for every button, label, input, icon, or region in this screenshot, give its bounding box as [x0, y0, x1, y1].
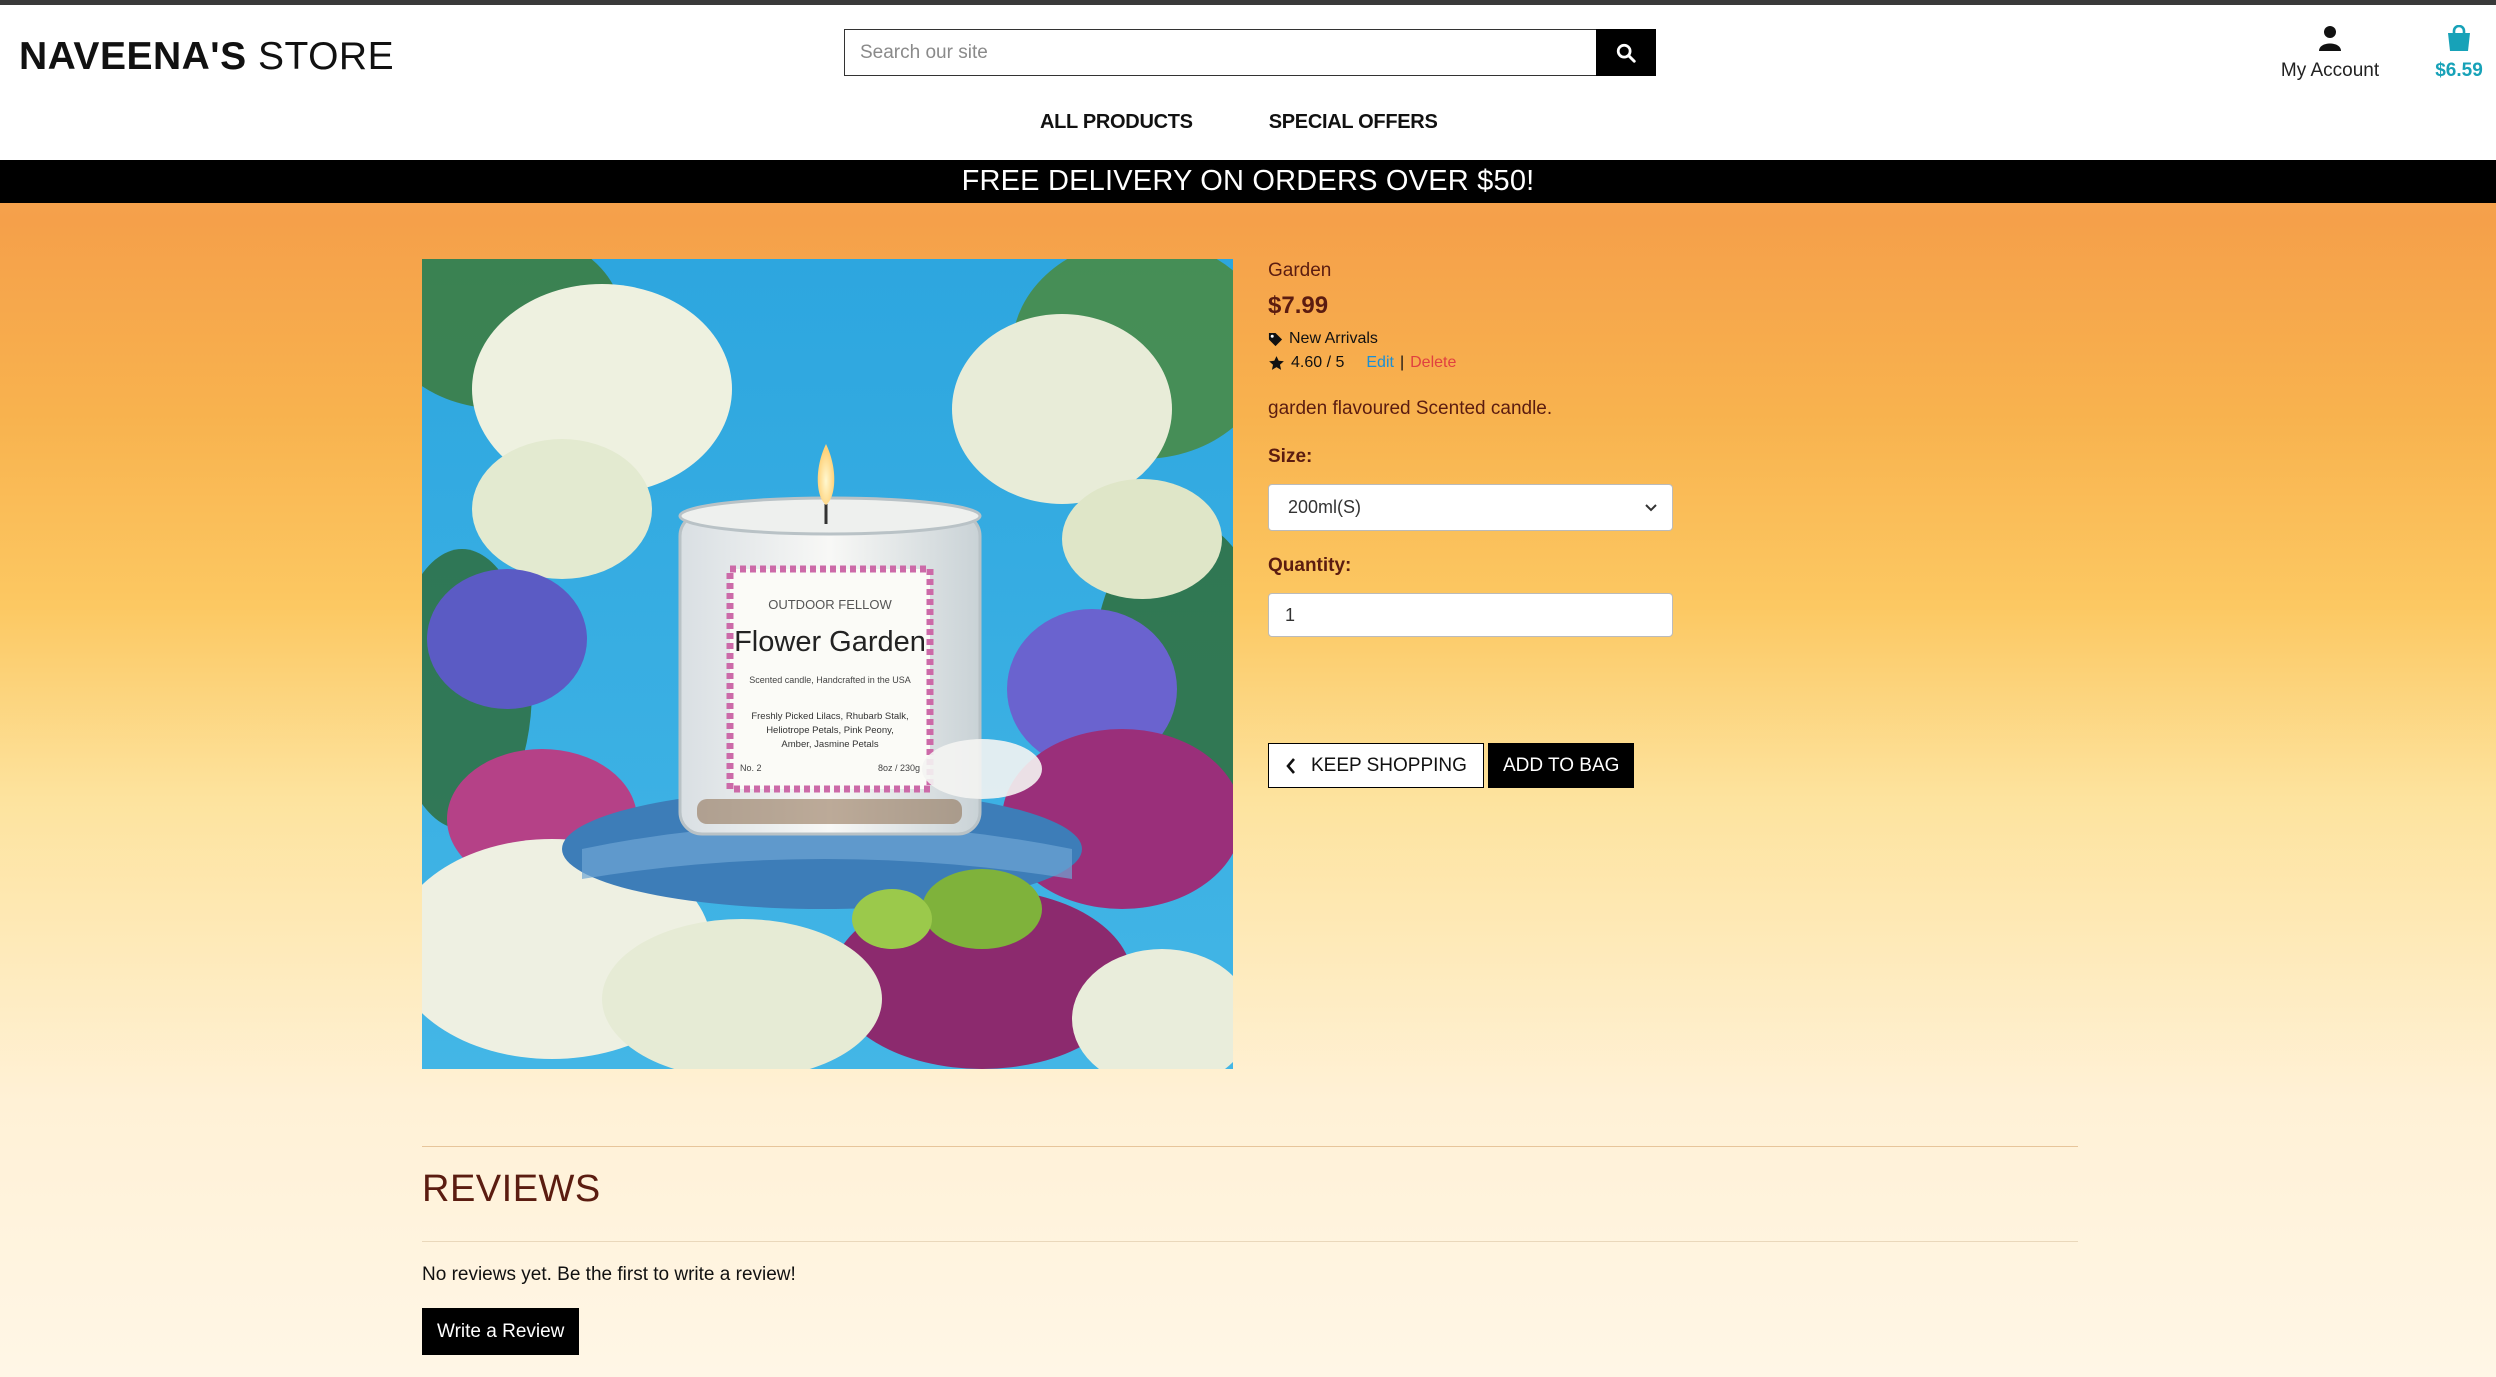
delivery-banner: FREE DELIVERY ON ORDERS OVER $50!: [0, 160, 2496, 203]
search-icon: [1616, 43, 1636, 63]
label-title: Flower Garden: [734, 626, 926, 658]
star-icon: [1269, 355, 1284, 370]
size-label: Size:: [1268, 446, 1313, 467]
search-button[interactable]: [1596, 29, 1656, 76]
product-rating: 4.60 / 5 Edit | Delete: [1268, 354, 1688, 372]
size-select[interactable]: 200ml(S): [1268, 484, 1673, 531]
shopping-bag-icon: [2448, 24, 2470, 51]
bag-total: $6.59: [2435, 60, 2483, 81]
quantity-value: 1: [1285, 604, 1296, 625]
product-image: OUTDOOR FELLOW Flower Garden Scented can…: [422, 259, 1233, 1069]
logo-bold-text: NAVEENA'S: [19, 35, 247, 78]
store-logo[interactable]: NAVEENA'S STORE: [19, 35, 394, 79]
search-input[interactable]: [844, 29, 1596, 76]
nav-all-products[interactable]: ALL PRODUCTS: [1040, 111, 1193, 134]
reviews-divider-bottom: [422, 1241, 2078, 1242]
logo-rest-text: STORE: [257, 35, 395, 78]
tag-icon: [1268, 332, 1283, 346]
product-info: Garden $7.99 New Arrivals 4.60 / 5 Edit …: [1268, 260, 1688, 637]
shopping-bag-link[interactable]: $6.59: [2424, 24, 2494, 82]
link-separator: |: [1399, 354, 1405, 371]
rating-value: 4.60 / 5: [1291, 354, 1345, 371]
label-subtitle: Scented candle, Handcrafted in the USA: [749, 675, 911, 685]
size-selected-value: 200ml(S): [1288, 497, 1362, 517]
keep-shopping-button[interactable]: KEEP SHOPPING: [1268, 743, 1484, 788]
chevron-down-icon: [1645, 503, 1657, 511]
nav-special-offers[interactable]: SPECIAL OFFERS: [1269, 111, 1438, 134]
candle-photo: OUTDOOR FELLOW Flower Garden Scented can…: [422, 259, 1233, 1069]
main-nav: ALL PRODUCTS SPECIAL OFFERS: [1040, 111, 1438, 134]
category-label: New Arrivals: [1289, 330, 1378, 347]
no-reviews-text: No reviews yet. Be the first to write a …: [422, 1264, 796, 1285]
user-icon: [2319, 26, 2341, 51]
write-review-button[interactable]: Write a Review: [422, 1308, 580, 1355]
my-account-link[interactable]: My Account: [2270, 25, 2390, 82]
product-category[interactable]: New Arrivals: [1268, 330, 1688, 348]
reviews-divider-top: [422, 1146, 2078, 1147]
product-name: Garden: [1268, 260, 1332, 281]
label-brand: OUTDOOR FELLOW: [768, 597, 892, 612]
edit-product-link[interactable]: Edit: [1366, 354, 1394, 372]
label-notes-3: Amber, Jasmine Petals: [781, 739, 878, 750]
search-form: [844, 29, 1656, 76]
add-to-bag-button[interactable]: ADD TO BAG: [1487, 743, 1635, 788]
my-account-label: My Account: [2280, 60, 2380, 81]
site-header: NAVEENA'S STORE My Account $6.59 ALL PRO…: [0, 5, 2496, 160]
label-notes-1: Freshly Picked Lilacs, Rhubarb Stalk,: [751, 711, 908, 722]
delete-product-link[interactable]: Delete: [1410, 354, 1456, 372]
label-notes-2: Heliotrope Petals, Pink Peony,: [766, 725, 894, 736]
product-price: $7.99: [1268, 292, 1329, 319]
chevron-left-icon: [1286, 757, 1295, 774]
quantity-label: Quantity:: [1268, 555, 1352, 576]
quantity-input[interactable]: 1: [1268, 593, 1673, 637]
product-description: garden flavoured Scented candle.: [1268, 398, 1553, 419]
label-weight: 8oz / 230g: [878, 763, 920, 773]
label-number: No. 2: [740, 763, 762, 773]
reviews-title: REVIEWS: [422, 1168, 601, 1210]
keep-shopping-label: KEEP SHOPPING: [1311, 754, 1467, 776]
product-actions: KEEP SHOPPING ADD TO BAG: [1268, 743, 1635, 788]
